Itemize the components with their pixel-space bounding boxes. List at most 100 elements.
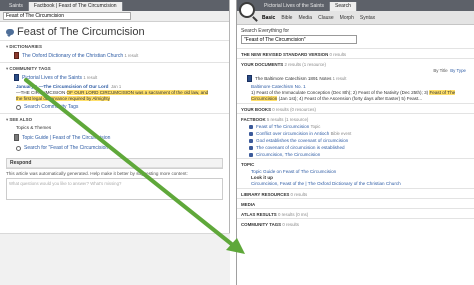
tab-pictorial-lives[interactable]: Pictorial Lives of the Saints bbox=[259, 2, 331, 11]
search-toolbar: Basic Bible Media Clause Morph Syntax bbox=[237, 2, 474, 25]
left-tab-bar: Saints Factbook | Feast of The Circumcis… bbox=[0, 0, 229, 11]
dictionary-item[interactable]: The Oxford Dictionary of the Christian C… bbox=[6, 50, 223, 61]
topics-themes-label: Topics & Themes bbox=[16, 125, 52, 130]
your-documents-label: YOUR DOCUMENTS bbox=[241, 62, 284, 67]
book-cover-icon bbox=[14, 74, 19, 81]
topic-guide-label[interactable]: Topic Guide | Feast of The Circumcision bbox=[22, 135, 110, 141]
community-tags-count: 1 result bbox=[83, 75, 98, 80]
search-for-label[interactable]: Search Everything for bbox=[237, 25, 474, 34]
media-section[interactable]: MEDIA bbox=[237, 198, 474, 208]
baltimore-result[interactable]: Baltimore Catechism No. 1 1) Feast of th… bbox=[237, 83, 474, 103]
factbook-result-type: Bible event bbox=[330, 131, 352, 136]
search-tab-basic[interactable]: Basic bbox=[259, 14, 278, 22]
topic-guide-result[interactable]: Topic Guide on Feast of The Circumcision… bbox=[237, 168, 474, 188]
factbook-panel: Saints Factbook | Feast of The Circumcis… bbox=[0, 0, 230, 285]
look-it-up-text[interactable]: Circumcision, Feast of the | The Oxford … bbox=[251, 181, 401, 186]
topic-section[interactable]: TOPIC bbox=[237, 158, 474, 168]
dictionaries-label: DICTIONARIES bbox=[9, 44, 42, 49]
factbook-result[interactable]: Conflict over circumcision in Antioch Bi… bbox=[237, 130, 474, 137]
collapse-triangle-icon: ▾ bbox=[6, 44, 9, 49]
factbook-section[interactable]: FACTBOOK 5 results (1 resource) bbox=[237, 113, 474, 123]
nrsv-count: 0 results bbox=[329, 52, 347, 57]
atlas-section[interactable]: ATLAS RESULTS 0 results (0 ms) bbox=[237, 208, 474, 218]
baltimore-subtitle[interactable]: Baltimore Catechism No. 1 bbox=[251, 84, 306, 89]
baltimore-text-a: 1) Feast of the Immaculate Conception (D… bbox=[251, 90, 429, 95]
factbook-result-type: Topic bbox=[310, 124, 321, 129]
search-community-tags-link[interactable]: Search Community Tags bbox=[6, 102, 223, 112]
factbook-result-text[interactable]: Feast of The Circumcision bbox=[256, 124, 309, 129]
search-community-tags-label[interactable]: Search Community Tags bbox=[24, 104, 78, 110]
factbook-result[interactable]: God establishes the covenant of circumci… bbox=[237, 137, 474, 144]
topic-label: TOPIC bbox=[241, 162, 255, 167]
feedback-textarea[interactable]: What questions would you like to answer?… bbox=[6, 178, 223, 200]
respond-heading: Respond bbox=[7, 159, 222, 168]
result-title[interactable]: January 1.—The Circumcision of Our Lord bbox=[16, 84, 108, 89]
factbook-count: 5 results (1 resource) bbox=[266, 117, 309, 122]
search-for-label[interactable]: Search for "Feast of The Circumcision" bbox=[24, 145, 110, 151]
search-tab-media[interactable]: Media bbox=[295, 14, 315, 22]
atlas-label: ATLAS RESULTS bbox=[241, 212, 277, 217]
search-logo-icon bbox=[239, 2, 255, 18]
page-title: Feast of The Circumcision bbox=[17, 26, 145, 38]
factbook-result[interactable]: The covenant of circumcision is establis… bbox=[237, 144, 474, 151]
search-tab-morph[interactable]: Morph bbox=[337, 14, 357, 22]
collapse-triangle-icon: ▾ bbox=[6, 66, 9, 71]
look-it-up-label: Look it up bbox=[251, 175, 273, 180]
community-tags-results-section[interactable]: COMMUNITY TAGS 0 results bbox=[237, 218, 474, 228]
tab-saints[interactable]: Saints bbox=[4, 2, 29, 11]
tab-factbook[interactable]: Factbook | Feast of The Circumcision bbox=[28, 2, 123, 11]
community-tags-label: COMMUNITY TAGS bbox=[9, 66, 51, 71]
factbook-search-input[interactable] bbox=[3, 12, 131, 20]
factbook-item-icon bbox=[249, 152, 253, 157]
sort-by-type[interactable]: By Type bbox=[450, 68, 466, 73]
baltimore-notes: Notes bbox=[319, 76, 332, 81]
topic-guide-link[interactable]: Topic Guide | Feast of The Circumcision bbox=[6, 132, 223, 143]
community-tags-item[interactable]: Pictorial Lives of the Saints 1 result bbox=[6, 72, 223, 83]
book-cover-icon bbox=[14, 52, 19, 59]
nrsv-section[interactable]: THE NEW REVISED STANDARD VERSION 0 resul… bbox=[237, 48, 474, 58]
atlas-count: 0 results (0 ms) bbox=[277, 212, 309, 217]
community-tags-item-label[interactable]: Pictorial Lives of the Saints bbox=[22, 75, 82, 81]
your-documents-section[interactable]: YOUR DOCUMENTS 2 results (1 resource) bbox=[237, 58, 474, 68]
sort-by-title[interactable]: By Title bbox=[433, 68, 447, 73]
title-row: Feast of The Circumcision bbox=[0, 22, 229, 40]
topic-guide-text[interactable]: Topic Guide on Feast of The Circumcision bbox=[251, 169, 336, 174]
search-tab-bible[interactable]: Bible bbox=[278, 14, 295, 22]
baltimore-count: 1 result bbox=[332, 76, 347, 81]
factbook-result-text[interactable]: The covenant of circumcision is establis… bbox=[256, 145, 345, 150]
search-type-tabs: Basic Bible Media Clause Morph Syntax bbox=[259, 14, 378, 22]
right-tab-bar: Pictorial Lives of the Saints Search bbox=[237, 0, 474, 11]
respond-box: Respond bbox=[6, 158, 223, 169]
dictionaries-section: ▾DICTIONARIES The Oxford Dictionary of t… bbox=[0, 40, 229, 62]
baltimore-name[interactable]: The Baltimore Catechism 1891 bbox=[255, 76, 318, 81]
factbook-item-icon bbox=[249, 145, 253, 150]
dictionary-item-label[interactable]: The Oxford Dictionary of the Christian C… bbox=[22, 53, 123, 59]
generated-note: This article was automatically generated… bbox=[6, 171, 188, 176]
search-for-link[interactable]: Search for "Feast of The Circumcision" bbox=[6, 143, 223, 153]
collapse-triangle-icon: ▾ bbox=[6, 117, 9, 122]
community-tag-result[interactable]: January 1.—The Circumcision of Our Lord … bbox=[6, 83, 223, 102]
your-books-section[interactable]: YOUR BOOKS 0 results (0 resources) bbox=[237, 103, 474, 113]
see-also-section: ▾SEE ALSO Topics & Themes Topic Guide | … bbox=[0, 113, 229, 154]
your-books-count: 0 results (0 resources) bbox=[272, 107, 316, 112]
tab-search[interactable]: Search bbox=[330, 2, 357, 11]
search-query-input[interactable] bbox=[241, 35, 357, 44]
factbook-result-text[interactable]: Circumcision, The Circumcision bbox=[256, 152, 320, 157]
factbook-item-icon bbox=[249, 131, 253, 136]
baltimore-catechism-item[interactable]: The Baltimore Catechism 1891 Notes 1 res… bbox=[237, 73, 474, 83]
factbook-result-text[interactable]: Conflict over circumcision in Antioch bbox=[256, 131, 329, 136]
search-tab-clause[interactable]: Clause bbox=[315, 14, 337, 22]
factbook-result[interactable]: Circumcision, The Circumcision bbox=[237, 151, 474, 158]
topic-guide-icon bbox=[14, 134, 19, 141]
search-panel: Pictorial Lives of the Saints Search Bas… bbox=[236, 0, 474, 285]
result-reference: Jan 1 bbox=[110, 84, 122, 89]
factbook-result-text[interactable]: God establishes the covenant of circumci… bbox=[256, 138, 348, 143]
search-icon bbox=[16, 104, 21, 110]
factbook-result[interactable]: Feast of The Circumcision Topic bbox=[237, 123, 474, 130]
document-icon bbox=[247, 75, 252, 82]
see-also-label: SEE ALSO bbox=[9, 117, 33, 122]
library-resources-section[interactable]: LIBRARY RESOURCES 0 results bbox=[237, 188, 474, 198]
community-tags-section: ▾COMMUNITY TAGS Pictorial Lives of the S… bbox=[0, 62, 229, 113]
search-tab-syntax[interactable]: Syntax bbox=[357, 14, 378, 22]
factbook-label: FACTBOOK bbox=[241, 117, 266, 122]
